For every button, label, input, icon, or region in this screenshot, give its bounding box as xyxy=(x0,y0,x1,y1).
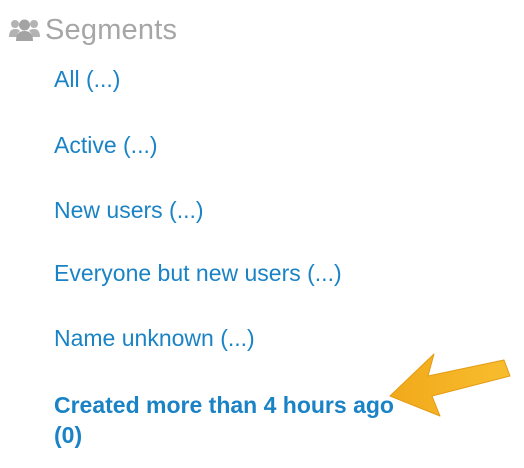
segments-header: Segments xyxy=(9,12,177,48)
segment-link-everyone-but-new-users[interactable]: Everyone but new users (...) xyxy=(54,260,342,286)
segment-link-new-users[interactable]: New users (...) xyxy=(54,197,204,223)
segment-item-name-unknown[interactable]: Name unknown (...) xyxy=(54,323,255,353)
segments-panel: Segments All (...) Active (...) New user… xyxy=(0,0,524,468)
segment-item-all[interactable]: All (...) xyxy=(54,64,120,94)
segment-item-active[interactable]: Active (...) xyxy=(54,130,158,160)
segment-link-active[interactable]: Active (...) xyxy=(54,132,158,158)
segment-item-everyone-but-new-users[interactable]: Everyone but new users (...) xyxy=(54,258,342,288)
segment-item-created-more-than-4-hours-ago[interactable]: Created more than 4 hours ago (0) xyxy=(54,390,394,450)
arrow-icon xyxy=(388,346,514,418)
segments-title: Segments xyxy=(45,14,178,46)
segment-link-name-unknown[interactable]: Name unknown (...) xyxy=(54,325,255,351)
users-icon xyxy=(9,17,40,44)
segment-item-new-users[interactable]: New users (...) xyxy=(54,195,204,225)
segment-link-all[interactable]: All (...) xyxy=(54,66,120,92)
segment-link-created-more-than-4-hours-ago[interactable]: Created more than 4 hours ago (0) xyxy=(54,390,394,450)
